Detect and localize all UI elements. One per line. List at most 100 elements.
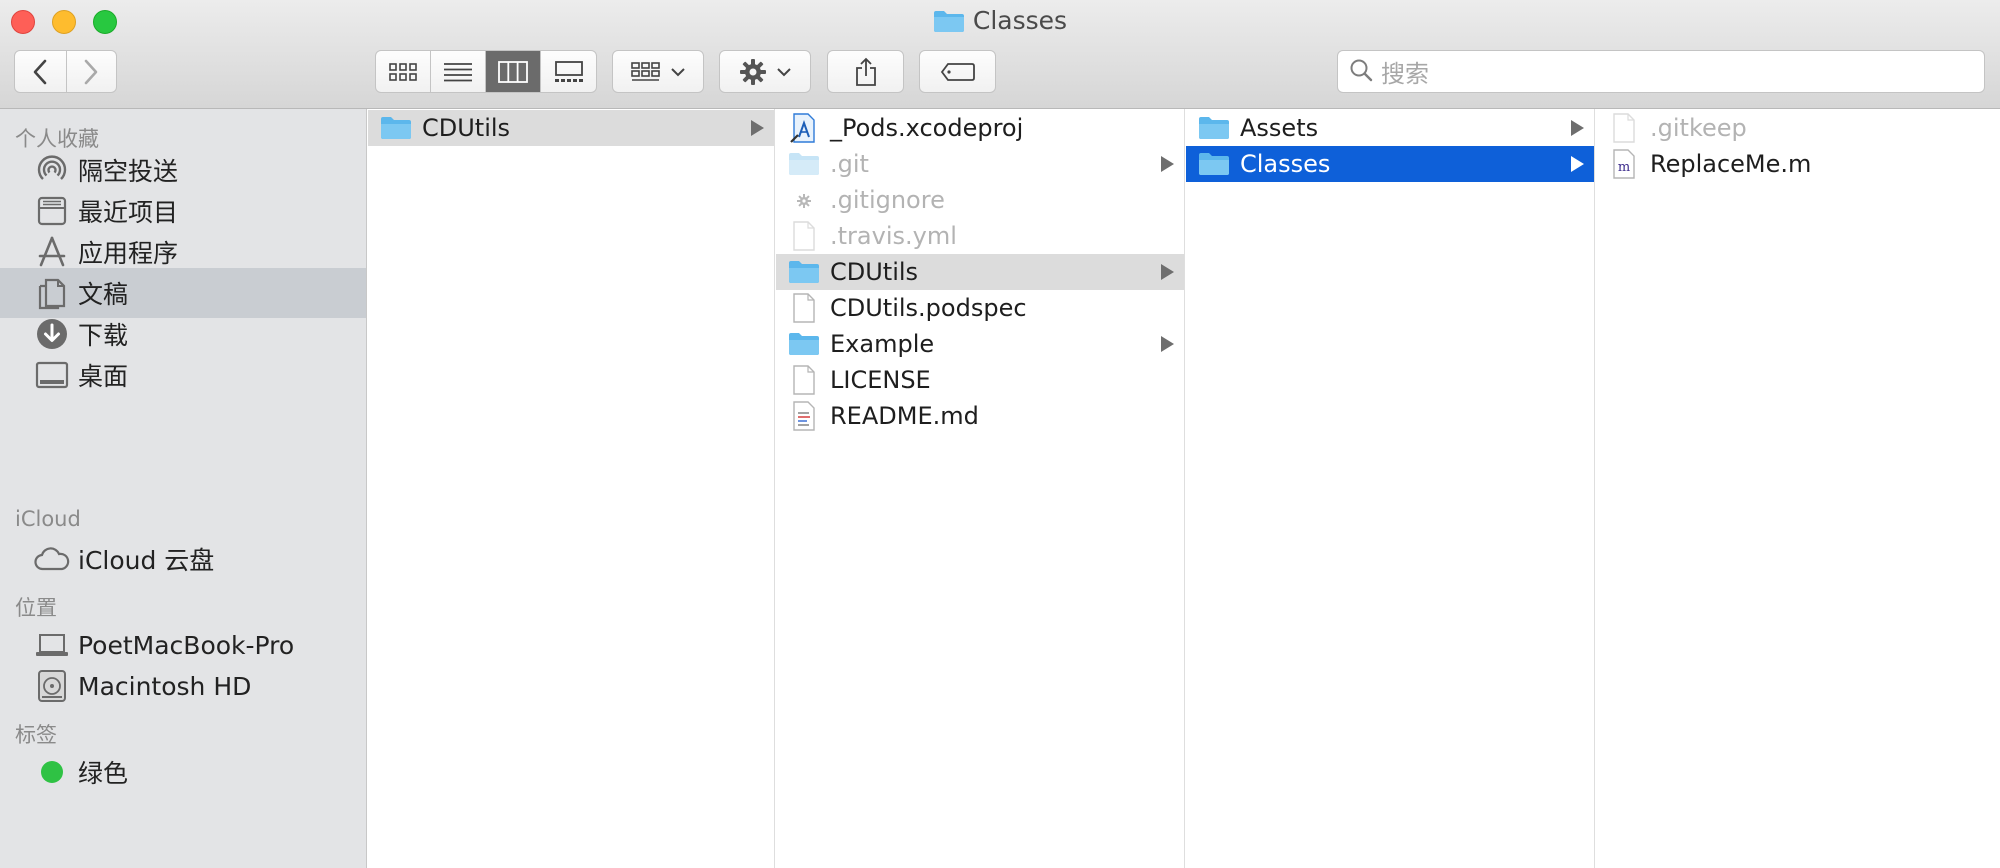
file-name: _Pods.xcodeproj: [830, 114, 1024, 142]
column-4: .gitkeep m ReplaceMe.m: [1596, 109, 2000, 868]
file-row[interactable]: .travis.yml: [776, 218, 1184, 254]
sidebar-item-label: 绿色: [78, 759, 129, 788]
file-row[interactable]: m ReplaceMe.m: [1596, 146, 2000, 182]
disclosure-arrow-icon: [1161, 336, 1174, 352]
share-button[interactable]: [827, 50, 904, 93]
sidebar-item-label: 下载: [78, 321, 129, 350]
file-row[interactable]: Example: [776, 326, 1184, 362]
share-icon: [854, 57, 878, 87]
column-view-button[interactable]: [486, 51, 541, 92]
file-row[interactable]: CDUtils: [368, 110, 774, 146]
file-row[interactable]: Assets: [1186, 110, 1594, 146]
doc-icon: [788, 365, 820, 395]
downloads-icon: [32, 314, 72, 354]
sidebar-item-label: iCloud 云盘: [78, 546, 215, 575]
file-row[interactable]: LICENSE: [776, 362, 1184, 398]
column-1: CDUtils: [368, 109, 775, 868]
file-row[interactable]: Classes: [1186, 146, 1594, 182]
gallery-view-button[interactable]: [541, 51, 596, 92]
file-name: CDUtils: [422, 114, 511, 142]
sidebar-item-desktop[interactable]: 桌面: [0, 350, 366, 400]
file-row[interactable]: CDUtils: [776, 254, 1184, 290]
chevron-left-icon: [32, 59, 48, 85]
sidebar-section-header: 位置: [15, 596, 57, 620]
back-button[interactable]: [15, 51, 66, 92]
sidebar-item-label: 桌面: [78, 362, 129, 391]
file-name: Assets: [1240, 114, 1319, 142]
folder-icon: [788, 329, 820, 359]
doc-icon: [1608, 113, 1640, 143]
forward-button[interactable]: [65, 51, 117, 92]
finder-window: Classes 搜索 个人收藏 隔空投送 最近项目 应用程序 文稿 下载 桌面 …: [0, 0, 2000, 868]
window-title-text: Classes: [972, 6, 1068, 35]
icon-view-button[interactable]: [376, 51, 431, 92]
search-icon: [1349, 58, 1373, 86]
sidebar-item-label: PoetMacBook-Pro: [78, 630, 295, 660]
disk-icon: [32, 666, 72, 706]
file-name: CDUtils: [830, 258, 919, 286]
sidebar-item-macintosh-hd[interactable]: Macintosh HD: [0, 661, 366, 711]
file-name: .git: [830, 150, 869, 178]
sidebar-item-label: 文稿: [78, 280, 129, 309]
file-name: Example: [830, 330, 935, 358]
tag-icon: [940, 62, 976, 82]
file-row[interactable]: CDUtils.podspec: [776, 290, 1184, 326]
folder-icon: [1198, 149, 1230, 179]
search-placeholder: 搜索: [1381, 60, 1429, 88]
icloud-icon: [32, 539, 72, 579]
sidebar: 个人收藏 隔空投送 最近项目 应用程序 文稿 下载 桌面 iCloud iCloud 云盘 位置 P…: [0, 109, 367, 868]
sidebar-item-label: 隔空投送: [78, 157, 179, 186]
file-name: Classes: [1240, 150, 1331, 178]
laptop-icon: [32, 625, 72, 665]
sidebar-section-header: iCloud: [15, 507, 81, 531]
sidebar-item-label: Macintosh HD: [78, 671, 252, 701]
file-row[interactable]: _Pods.xcodeproj: [776, 110, 1184, 146]
group-button[interactable]: [612, 50, 704, 93]
file-row[interactable]: .git: [776, 146, 1184, 182]
chevron-down-icon: [777, 67, 791, 77]
gear-icon: [739, 58, 767, 86]
text-doc-icon: [788, 401, 820, 431]
disclosure-arrow-icon: [1161, 156, 1174, 172]
doc-icon: [788, 293, 820, 323]
nav-button-group: [14, 50, 117, 93]
search-field[interactable]: 搜索: [1337, 50, 1985, 93]
green-tag-icon: [32, 752, 72, 792]
group-by-icon: [631, 61, 661, 82]
window-title: Classes: [0, 6, 2000, 39]
disclosure-arrow-icon: [1571, 120, 1584, 136]
documents-icon: [32, 273, 72, 313]
toolbar: Classes 搜索: [0, 0, 2000, 109]
file-name: CDUtils.podspec: [830, 294, 1027, 322]
column-3: Assets Classes: [1186, 109, 1595, 868]
chevron-down-icon: [671, 67, 685, 77]
sidebar-item-green-tag[interactable]: 绿色: [0, 747, 366, 797]
file-row[interactable]: .gitkeep: [1596, 110, 2000, 146]
sidebar-item-label: 最近项目: [78, 198, 179, 227]
folder-icon: [380, 113, 412, 143]
file-name: LICENSE: [830, 366, 931, 394]
desktop-icon: [32, 355, 72, 395]
xcodeproj-icon: [788, 113, 820, 143]
file-row[interactable]: .gitignore: [776, 182, 1184, 218]
file-name: .gitkeep: [1650, 114, 1747, 142]
folder-icon: [788, 149, 820, 179]
column-view-icon: [498, 60, 528, 83]
sidebar-item-icloud[interactable]: iCloud 云盘: [0, 534, 366, 584]
doc-icon: [788, 221, 820, 251]
file-name: .travis.yml: [830, 222, 957, 250]
file-row[interactable]: README.md: [776, 398, 1184, 434]
disclosure-arrow-icon: [751, 120, 764, 136]
tag-button[interactable]: [919, 50, 996, 93]
sidebar-item-label: 应用程序: [78, 239, 179, 268]
column-2: _Pods.xcodeproj .git .gitignore .travis.yml…: [776, 109, 1185, 868]
list-view-button[interactable]: [431, 51, 486, 92]
gallery-view-icon: [554, 60, 584, 83]
airdrop-icon: [32, 150, 72, 190]
svg-text:m: m: [1618, 160, 1630, 175]
folder-icon: [933, 9, 965, 39]
gear-doc-icon: [788, 185, 820, 215]
m-doc-icon: m: [1608, 149, 1640, 179]
file-name: ReplaceMe.m: [1650, 150, 1812, 178]
action-button[interactable]: [719, 50, 811, 93]
